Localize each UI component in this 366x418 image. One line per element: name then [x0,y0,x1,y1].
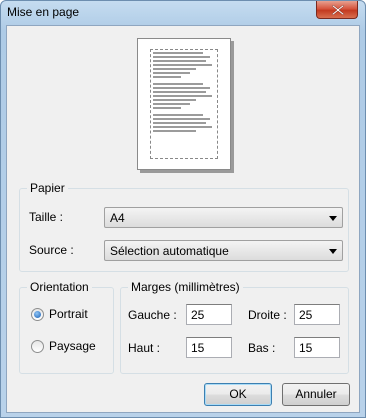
close-button[interactable] [316,1,358,19]
paysage-radio[interactable] [31,340,44,353]
orientation-group-title: Orientation [27,280,92,294]
marges-group: Marges (millimètres) Gauche : 25 Droite … [120,280,349,374]
source-select[interactable]: Sélection automatique [104,240,343,261]
papier-group-title: Papier [27,181,68,195]
orientation-group: Orientation Portrait Paysage [19,280,114,374]
droite-input[interactable]: 25 [294,304,340,325]
dialog-body: Papier Taille : A4 Source : Sélection au… [6,25,360,413]
page-preview [137,38,231,170]
page-setup-dialog: Mise en page Papier Taille : A4 Source:… [0,0,366,418]
bas-input[interactable]: 15 [294,337,340,358]
preview-text-lines [153,52,215,156]
source-value: Sélection automatique [110,244,229,258]
portrait-radio[interactable] [31,308,44,321]
annuler-button[interactable]: Annuler [282,383,350,406]
paysage-label[interactable]: Paysage [49,339,96,353]
papier-group: Papier Taille : A4 Source : Sélection au… [19,181,349,272]
ok-button[interactable]: OK [204,383,272,406]
droite-label: Droite : [248,308,287,322]
portrait-label[interactable]: Portrait [49,307,88,321]
close-icon [332,5,344,15]
title-bar[interactable]: Mise en page [1,1,365,25]
source-label: Source : [29,243,74,257]
gauche-label: Gauche : [128,308,177,322]
chevron-down-icon [329,249,337,254]
taille-value: A4 [110,211,125,225]
bas-label: Bas : [248,341,276,355]
haut-label: Haut : [128,341,161,355]
gauche-input[interactable]: 25 [186,304,232,325]
window-title: Mise en page [7,5,80,19]
preview-margin-outline [150,49,218,159]
chevron-down-icon [329,216,337,221]
haut-input[interactable]: 15 [186,337,232,358]
taille-select[interactable]: A4 [104,207,343,228]
marges-group-title: Marges (millimètres) [128,280,243,294]
taille-label: Taille : [29,210,64,224]
